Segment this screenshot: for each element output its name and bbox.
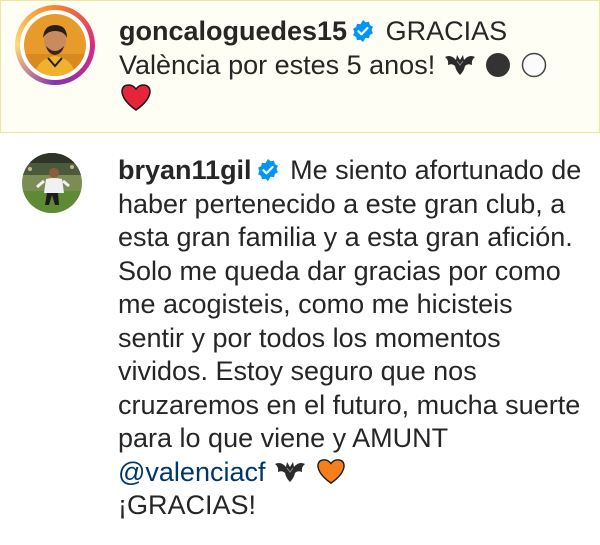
white-circle-icon bbox=[521, 52, 546, 77]
comment-goncaloguedes15: goncaloguedes15 GRACIAS València por est… bbox=[0, 0, 600, 133]
avatar[interactable] bbox=[22, 153, 82, 213]
username[interactable]: goncaloguedes15 bbox=[119, 16, 347, 46]
verified-badge-icon bbox=[257, 159, 278, 181]
comment-text-line2: València por estes 5 anos! bbox=[119, 49, 436, 80]
red-heart-icon bbox=[121, 84, 151, 111]
black-circle-icon bbox=[486, 52, 511, 77]
bat-icon bbox=[444, 54, 475, 75]
comments-screen: goncaloguedes15 GRACIAS València por est… bbox=[0, 0, 600, 545]
closing-text: ¡GRACIAS! bbox=[118, 490, 257, 520]
avatar[interactable] bbox=[24, 14, 86, 76]
verified-badge-icon bbox=[353, 20, 373, 42]
bat-icon bbox=[275, 461, 305, 482]
comment-body: Me siento afortunado de haber pertenecid… bbox=[118, 155, 582, 453]
comment-bryan11gil: bryan11gil Me siento afortunado de haber… bbox=[0, 140, 600, 545]
comment-text: goncaloguedes15 GRACIAS València por est… bbox=[119, 15, 581, 117]
username[interactable]: bryan11gil bbox=[118, 155, 252, 185]
orange-heart-icon bbox=[316, 458, 345, 484]
comment-text-line1: GRACIAS bbox=[385, 16, 508, 46]
mention-link[interactable]: @valenciacf bbox=[118, 457, 265, 487]
comment-text: bryan11gil Me siento afortunado de haber… bbox=[118, 154, 582, 523]
